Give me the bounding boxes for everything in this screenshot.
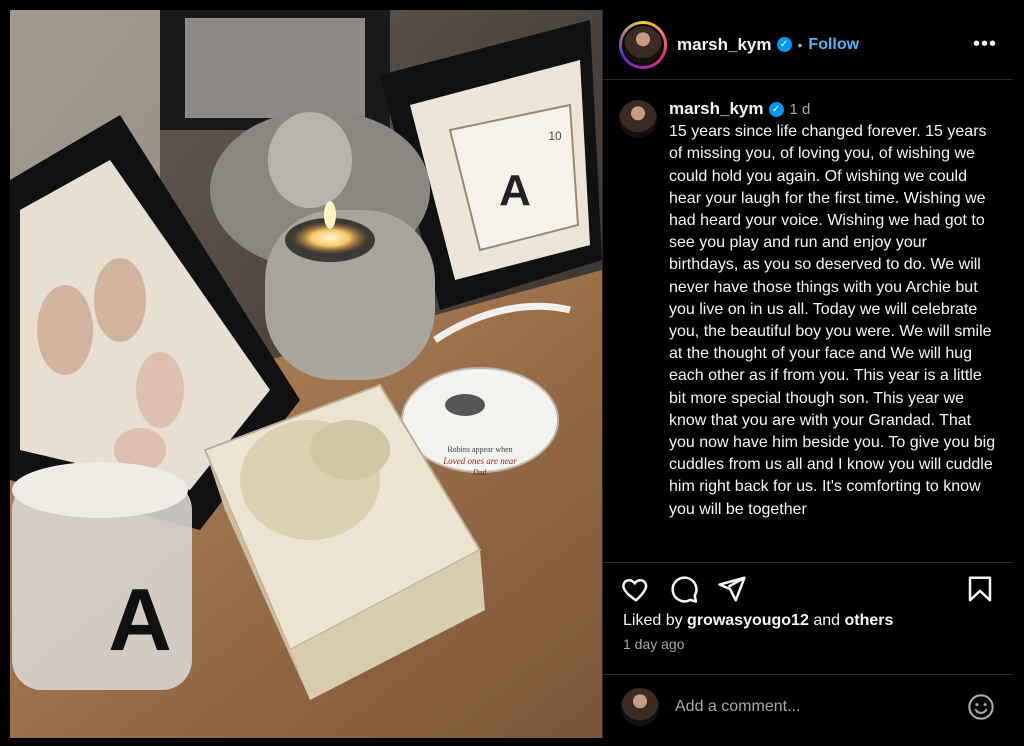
verified-badge-icon: ✓ — [776, 37, 792, 52]
likes-and: and — [813, 612, 841, 629]
caption: marsh_kym ✓ 1 d 15 years since life change… — [619, 98, 997, 521]
bookmark-icon[interactable] — [965, 574, 995, 604]
likes-prefix: Liked by — [623, 612, 683, 629]
post-actions — [603, 566, 1013, 612]
author-username[interactable]: marsh_kym — [677, 35, 772, 55]
more-options-icon[interactable]: ••• — [973, 33, 997, 56]
author-avatar[interactable] — [622, 23, 664, 66]
comment-icon[interactable] — [669, 574, 699, 604]
comment-bar — [603, 674, 1013, 738]
separator-dot: • — [797, 36, 803, 53]
posted-time[interactable]: 1 day ago — [623, 636, 685, 652]
ornament-line-2: Loved ones are near — [442, 456, 517, 466]
candle-letter: A — [108, 570, 172, 669]
ornament-line-3: Dad — [473, 468, 486, 477]
heart-icon[interactable] — [621, 574, 651, 604]
follow-button[interactable]: Follow — [808, 36, 859, 54]
caption-text: 15 years since life changed forever. 15 … — [669, 123, 996, 518]
likes-others-link[interactable]: others — [844, 612, 893, 629]
card-letter: A — [499, 166, 531, 215]
caption-avatar[interactable] — [619, 100, 657, 138]
caption-username[interactable]: marsh_kym — [669, 99, 764, 118]
likes-user-link[interactable]: growasyougo12 — [687, 612, 809, 629]
card-number: 10 — [548, 129, 562, 143]
emoji-icon[interactable] — [967, 693, 995, 721]
ornament-line-1: Robins appear when — [447, 445, 512, 454]
post-photo[interactable]: A 10 Robins appear when Loved ones are n… — [10, 10, 602, 738]
current-user-avatar[interactable] — [621, 687, 659, 726]
comment-input[interactable] — [675, 697, 967, 716]
caption-time[interactable]: 1 d — [790, 101, 811, 118]
caption-verified-badge-icon: ✓ — [768, 102, 784, 118]
share-icon[interactable] — [717, 574, 747, 604]
author-avatar-ring[interactable] — [619, 20, 667, 69]
likes-summary: Liked by growasyougo12 and others — [623, 612, 893, 630]
caption-scroll-area[interactable]: marsh_kym ✓ 1 d 15 years since life change… — [603, 80, 1013, 563]
caption-body: marsh_kym ✓ 1 d 15 years since life change… — [669, 98, 997, 521]
post-details-panel: marsh_kym ✓ • Follow ••• marsh_kym ✓ 1 d 1… — [602, 10, 1013, 738]
photo-scene: A 10 Robins appear when Loved ones are n… — [10, 10, 602, 738]
post-header: marsh_kym ✓ • Follow ••• — [603, 10, 1013, 80]
